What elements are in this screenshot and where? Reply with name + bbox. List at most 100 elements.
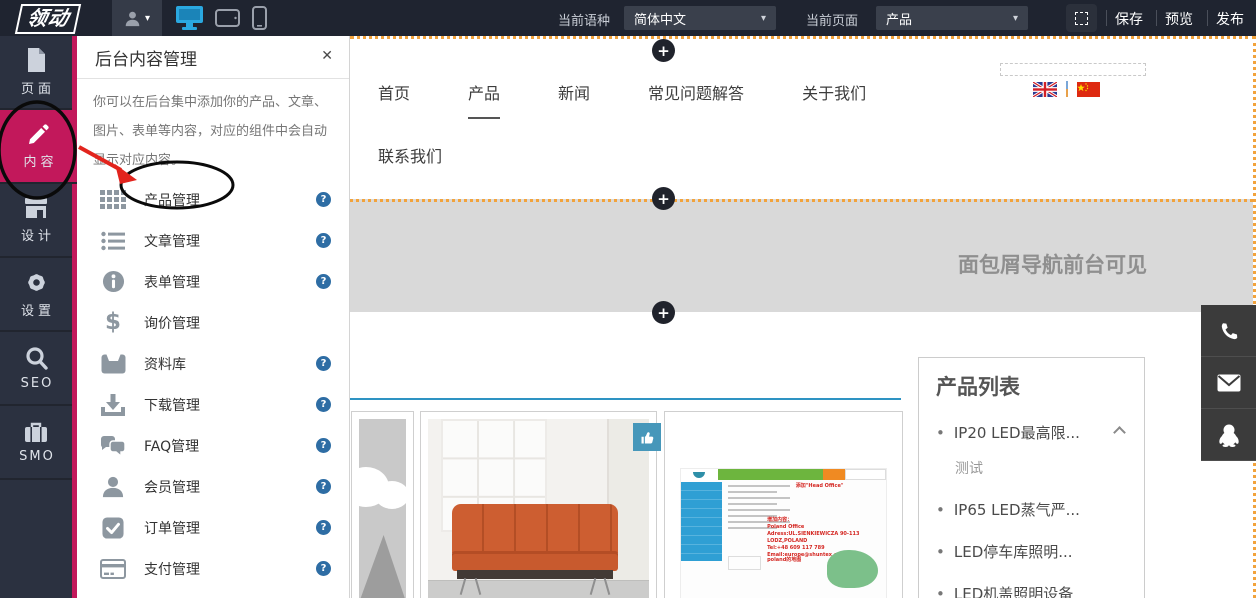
mountain-shape <box>359 535 406 598</box>
help-icon[interactable]: ? <box>316 561 331 576</box>
brand-logo: 领动 <box>15 4 81 34</box>
menu-item-members[interactable]: 会员管理 ? <box>77 466 349 507</box>
menu-item-products[interactable]: 产品管理 ? <box>77 179 349 220</box>
info-icon <box>99 270 127 293</box>
menu-item-label: 下载管理 <box>144 395 200 415</box>
close-icon[interactable]: ✕ <box>321 48 333 64</box>
menu-item-downloads[interactable]: 下载管理 ? <box>77 384 349 425</box>
china-flag-icon[interactable] <box>1077 82 1100 97</box>
nav-item-products[interactable]: 产品 <box>468 83 500 105</box>
dollar-icon: $ <box>99 311 127 334</box>
menu-item-library[interactable]: 资料库 ? <box>77 343 349 384</box>
add-section-button[interactable]: + <box>652 301 675 324</box>
like-badge[interactable] <box>633 423 661 451</box>
desktop-view-button[interactable] <box>172 3 206 33</box>
search-icon <box>24 346 49 371</box>
breadcrumb-banner[interactable]: 面包屑导航前台可见 <box>350 199 1253 312</box>
help-icon[interactable]: ? <box>316 438 331 453</box>
list-icon <box>99 231 127 251</box>
page-select[interactable]: 产品 ▾ <box>876 6 1028 30</box>
publish-button[interactable]: 发布 <box>1216 9 1244 29</box>
breadcrumb-banner-text: 面包屑导航前台可见 <box>958 249 1147 279</box>
current-language-label: 当前语种 <box>558 10 610 29</box>
help-icon[interactable]: ? <box>316 356 331 371</box>
gear-icon <box>24 270 49 295</box>
help-icon[interactable]: ? <box>316 233 331 248</box>
selected-section-indicator <box>350 398 901 400</box>
help-icon[interactable]: ? <box>316 192 331 207</box>
sidebar-item-label: SEO <box>19 376 54 391</box>
add-section-button[interactable]: + <box>652 187 675 210</box>
add-section-button[interactable]: + <box>652 39 675 62</box>
main-sidebar: 页面 内容 设计 设置 SEO SMO <box>0 36 77 598</box>
nav-item-news[interactable]: 新闻 <box>558 83 590 105</box>
red-annotation: 添加"Head Office" <box>796 483 844 490</box>
sidebar-item-label: 页面 <box>17 78 55 97</box>
sidebar-item-design[interactable]: 设计 <box>0 184 72 258</box>
user-menu-button[interactable]: ▾ <box>112 0 162 36</box>
sidebar-item-label: 设置 <box>17 300 55 319</box>
sidebar-item-seo[interactable]: SEO <box>0 332 72 406</box>
nav-item-contact[interactable]: 联系我们 <box>378 146 442 168</box>
sidebar-items: 页面 内容 设计 设置 SEO SMO <box>0 36 72 598</box>
nav-item-about[interactable]: 关于我们 <box>802 83 866 105</box>
phone-contact-button[interactable] <box>1201 305 1256 357</box>
chevron-up-icon[interactable] <box>1113 426 1126 439</box>
product-list-item[interactable]: LED机盖照明设备 <box>936 583 1128 598</box>
mini-search-box <box>845 469 886 480</box>
sidebar-item-settings[interactable]: 设置 <box>0 258 72 332</box>
product-card[interactable]: 添加"Head Office" 增加内容： Poland Office Adre… <box>664 411 903 598</box>
menu-item-articles[interactable]: 文章管理 ? <box>77 220 349 261</box>
language-flags <box>1033 81 1100 97</box>
sidebar-item-pages[interactable]: 页面 <box>0 36 72 110</box>
nav-item-home[interactable]: 首页 <box>378 83 410 105</box>
floating-contact-bar <box>1201 305 1256 461</box>
current-page-label: 当前页面 <box>806 10 858 29</box>
dashed-square-icon <box>1075 12 1088 25</box>
envelope-icon <box>1217 374 1241 392</box>
divider <box>1066 81 1068 97</box>
menu-item-orders[interactable]: 订单管理 ? <box>77 507 349 548</box>
sidebar-item-smo[interactable]: SMO <box>0 406 72 480</box>
menu-item-label: 产品管理 <box>144 190 200 210</box>
email-contact-button[interactable] <box>1201 357 1256 409</box>
product-card[interactable] <box>420 411 657 598</box>
tablet-view-button[interactable] <box>210 3 244 33</box>
empty-placeholder-box[interactable] <box>1000 63 1146 76</box>
chat-bubbles-icon <box>99 435 127 457</box>
menu-item-payments[interactable]: 支付管理 ? <box>77 548 349 589</box>
menu-item-faq[interactable]: FAQ管理 ? <box>77 425 349 466</box>
menu-item-forms[interactable]: 表单管理 ? <box>77 261 349 302</box>
nav-item-faq[interactable]: 常见问题解答 <box>648 83 744 105</box>
uk-flag-icon[interactable] <box>1033 82 1057 97</box>
site-preview: + + + 首页 产品 新闻 常见问题解答 关于我们 联系我们 面包屑导航前台可… <box>350 36 1256 598</box>
language-select[interactable]: 简体中文 ▾ <box>624 6 776 30</box>
help-icon[interactable]: ? <box>316 274 331 289</box>
save-button[interactable]: 保存 <box>1115 9 1143 29</box>
content-menu: 产品管理 ? 文章管理 ? 表单管理 ? $ 询价管理 资料库 ? <box>77 179 349 589</box>
europe-map-shape <box>827 550 878 588</box>
phone-view-button[interactable] <box>242 3 276 33</box>
webpage-screenshot-image: 添加"Head Office" 增加内容： Poland Office Adre… <box>672 419 895 598</box>
help-icon[interactable]: ? <box>316 397 331 412</box>
product-list-item[interactable]: IP20 LED最高限... <box>936 422 1128 443</box>
tablet-icon <box>215 9 240 27</box>
qq-contact-button[interactable] <box>1201 409 1256 461</box>
content-management-panel: 后台内容管理 ✕ 你可以在后台集中添加你的产品、文章、图片、表单等内容，对应的组… <box>77 36 350 598</box>
sidebar-item-content[interactable]: 内容 <box>0 110 77 184</box>
divider <box>1106 10 1107 26</box>
product-list-subitem[interactable]: 测试 <box>955 458 1128 478</box>
help-icon[interactable]: ? <box>316 479 331 494</box>
sidebar-item-label: 设计 <box>17 225 55 244</box>
help-icon[interactable]: ? <box>316 520 331 535</box>
product-list-item[interactable]: IP65 LED蒸气严... <box>936 499 1128 520</box>
caret-down-icon: ▾ <box>1013 13 1018 24</box>
selection-mode-button[interactable] <box>1066 4 1097 32</box>
cms-editor: 领动 ▾ 当前语种 简体中文 ▾ 当前页面 产品 ▾ 保存 预览 发布 <box>0 0 1256 598</box>
sidebar-item-label: SMO <box>17 449 55 464</box>
product-list-item[interactable]: LED停车库照明... <box>936 541 1128 562</box>
preview-button[interactable]: 预览 <box>1165 9 1193 29</box>
product-card[interactable] <box>351 411 414 598</box>
menu-item-quotes[interactable]: $ 询价管理 <box>77 302 349 343</box>
page-select-value: 产品 <box>886 9 912 28</box>
